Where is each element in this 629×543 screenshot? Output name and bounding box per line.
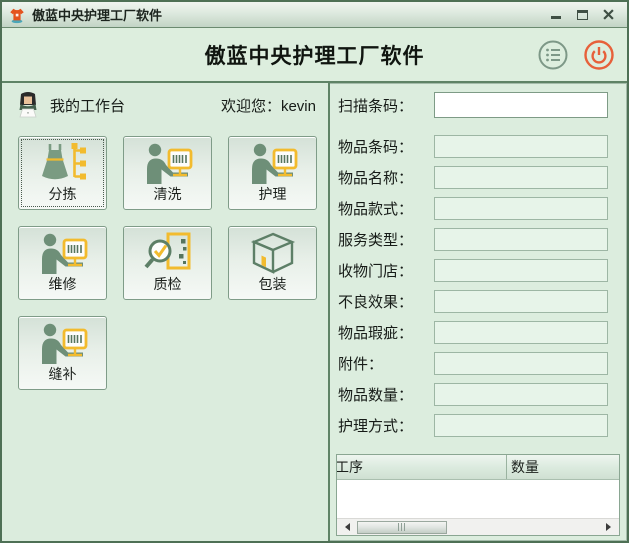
menu-list-icon[interactable] <box>537 39 569 71</box>
item-style-row: 物品款式： <box>338 196 620 220</box>
bad-effect-row: 不良效果： <box>338 289 620 313</box>
header: 傲蓝中央护理工厂软件 <box>2 28 627 83</box>
app-window: 傲蓝中央护理工厂软件 傲蓝中央护理工厂软件 <box>0 0 629 543</box>
maximize-button[interactable] <box>575 8 589 22</box>
action-button-grid: 分拣 清洗 <box>18 136 328 390</box>
scrollbar-thumb[interactable] <box>357 521 447 534</box>
button-label: 护理 <box>259 184 287 204</box>
scan-barcode-row: 扫描条码： <box>338 92 620 118</box>
workbench-title: 我的工作台 <box>50 95 125 116</box>
sorting-button[interactable]: 分拣 <box>18 136 107 210</box>
workbench-header: 我的工作台 欢迎您：kevin <box>14 90 316 120</box>
username: kevin <box>281 98 316 115</box>
page-title: 傲蓝中央护理工厂软件 <box>205 40 425 70</box>
item-fields: 物品条码： 物品名称： 物品款式： 服务类型： 收物门店： <box>336 134 620 444</box>
main-content: 我的工作台 欢迎您：kevin <box>2 83 627 541</box>
item-detail-panel: 扫描条码： 物品条码： 物品名称： 物品款式： 服务类型： <box>330 83 627 541</box>
quality-check-button[interactable]: 质检 <box>123 226 212 300</box>
button-label: 质检 <box>154 274 182 294</box>
button-label: 清洗 <box>154 184 182 204</box>
scroll-left-arrow-icon[interactable] <box>341 523 350 531</box>
washing-button[interactable]: 清洗 <box>123 136 212 210</box>
item-quantity-input[interactable] <box>434 383 608 406</box>
button-label: 包装 <box>259 274 287 294</box>
repair-button[interactable]: 维修 <box>18 226 107 300</box>
button-label: 分拣 <box>49 184 77 204</box>
item-name-input[interactable] <box>434 166 608 189</box>
column-header-process[interactable]: 工序 <box>337 455 507 479</box>
attachment-row: 附件： <box>338 351 620 375</box>
button-label: 缝补 <box>49 364 77 384</box>
power-icon[interactable] <box>583 39 615 71</box>
person-monitor-icon <box>38 227 88 274</box>
item-barcode-input[interactable] <box>434 135 608 158</box>
attachment-input[interactable] <box>434 352 608 375</box>
person-monitor-icon <box>248 137 298 184</box>
scroll-right-arrow-icon[interactable] <box>606 523 615 531</box>
bad-effect-input[interactable] <box>434 290 608 313</box>
care-method-row: 护理方式： <box>338 413 620 437</box>
receiving-store-row: 收物门店： <box>338 258 620 282</box>
user-avatar <box>14 91 42 119</box>
care-button[interactable]: 护理 <box>228 136 317 210</box>
button-label: 维修 <box>49 274 77 294</box>
mending-button[interactable]: 缝补 <box>18 316 107 390</box>
magnifier-check-icon <box>143 227 193 274</box>
process-table: 工序 数量 <box>336 454 620 536</box>
close-button[interactable] <box>601 8 615 22</box>
welcome-text: 欢迎您：kevin <box>221 95 316 116</box>
packing-button[interactable]: 包装 <box>228 226 317 300</box>
receiving-store-input[interactable] <box>434 259 608 282</box>
package-box-icon <box>248 227 298 274</box>
item-style-input[interactable] <box>434 197 608 220</box>
close-icon <box>603 9 614 20</box>
workbench-panel: 我的工作台 欢迎您：kevin <box>2 83 330 541</box>
dress-sort-icon <box>38 137 88 184</box>
window-controls <box>549 8 621 22</box>
process-table-header: 工序 数量 <box>337 455 619 480</box>
scan-barcode-label: 扫描条码： <box>338 95 434 116</box>
item-barcode-row: 物品条码： <box>338 134 620 158</box>
thumb-grip-icon <box>398 523 407 531</box>
item-flaw-row: 物品瑕疵： <box>338 320 620 344</box>
window-title: 傲蓝中央护理工厂软件 <box>32 5 162 24</box>
person-monitor-icon <box>38 317 88 364</box>
person-monitor-icon <box>143 137 193 184</box>
titlebar[interactable]: 傲蓝中央护理工厂软件 <box>2 2 627 28</box>
minimize-button[interactable] <box>549 8 563 22</box>
header-icons <box>537 39 615 71</box>
service-type-input[interactable] <box>434 228 608 251</box>
column-header-quantity[interactable]: 数量 <box>507 455 619 479</box>
item-name-row: 物品名称： <box>338 165 620 189</box>
horizontal-scrollbar[interactable] <box>337 518 619 535</box>
service-type-row: 服务类型： <box>338 227 620 251</box>
item-flaw-input[interactable] <box>434 321 608 344</box>
process-table-body <box>337 480 619 518</box>
care-method-input[interactable] <box>434 414 608 437</box>
scan-barcode-input[interactable] <box>434 92 608 118</box>
item-quantity-row: 物品数量： <box>338 382 620 406</box>
app-tshirt-icon <box>8 6 26 24</box>
